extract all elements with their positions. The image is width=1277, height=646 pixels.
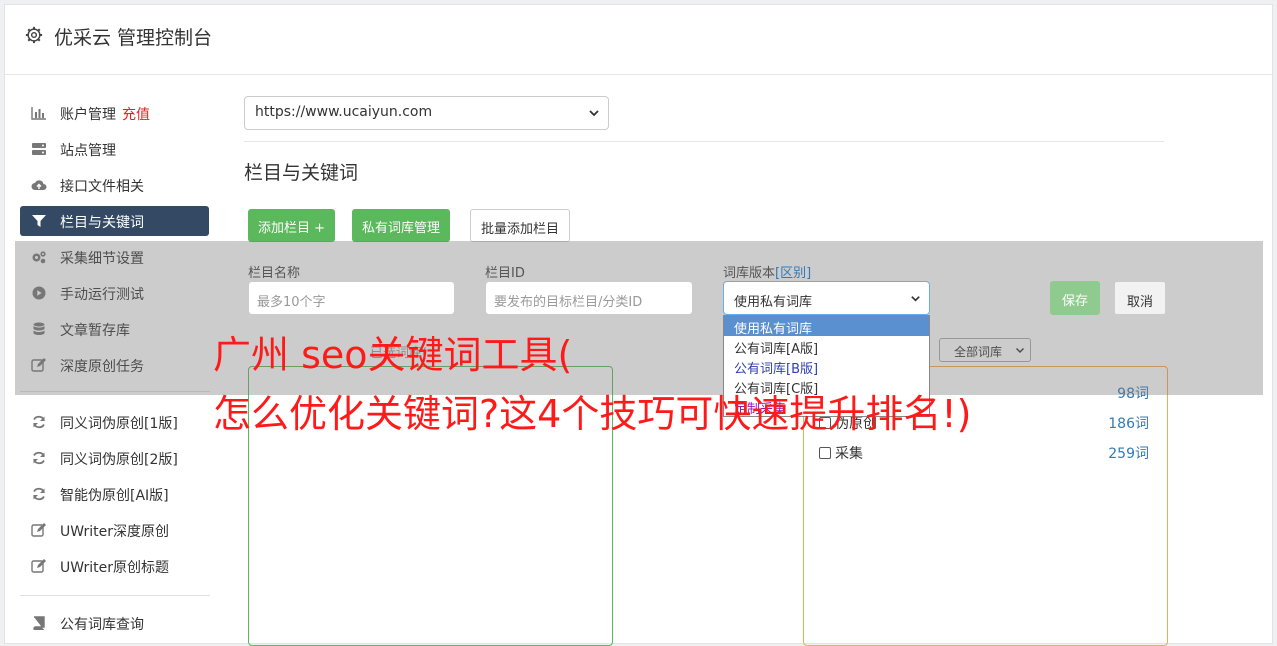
section-title: 栏目与关键词 bbox=[244, 162, 359, 184]
cloud-upload-icon bbox=[31, 180, 47, 190]
sidebar-item-label: 同义词伪原创[1版] bbox=[60, 416, 178, 432]
divider bbox=[244, 141, 1164, 142]
refresh-icon bbox=[33, 451, 45, 465]
server-icon bbox=[32, 143, 46, 155]
sidebar-item-sites[interactable]: 站点管理 bbox=[20, 134, 209, 164]
sidebar-item-label: 账户管理 bbox=[60, 107, 116, 123]
watermark-line-2: 怎么优化关键词?这4个技巧可快速提升排名!) bbox=[213, 392, 972, 436]
lib-version-label: 词库版本[区别] bbox=[723, 266, 812, 281]
category-checkbox[interactable] bbox=[819, 447, 831, 459]
sidebar-item-label: 站点管理 bbox=[60, 143, 116, 159]
sidebar-item-label: UWriter原创标题 bbox=[60, 560, 169, 576]
sidebar-item-ai-original[interactable]: 智能伪原创[AI版] bbox=[20, 479, 209, 509]
cancel-button[interactable]: 取消 bbox=[1114, 281, 1167, 315]
add-column-button[interactable]: 添加栏目 + bbox=[248, 209, 336, 242]
edit-icon bbox=[31, 523, 46, 537]
category-count: 259词 bbox=[1108, 446, 1149, 462]
sidebar-item-label: 接口文件相关 bbox=[60, 179, 144, 195]
sidebar-item-synonym-v2[interactable]: 同义词伪原创[2版] bbox=[20, 443, 209, 473]
lib-diff-link[interactable]: [区别] bbox=[775, 266, 811, 281]
sidebar-item-label: 公有词库查询 bbox=[60, 617, 144, 633]
sidebar-item-label: UWriter深度原创 bbox=[60, 524, 169, 540]
refresh-icon bbox=[33, 487, 45, 501]
sidebar-divider bbox=[20, 595, 210, 596]
private-lib-button[interactable]: 私有词库管理 bbox=[352, 209, 451, 242]
sidebar-item-account[interactable]: 账户管理 充值 bbox=[20, 98, 209, 128]
save-button[interactable]: 保存 bbox=[1050, 281, 1101, 315]
sidebar-item-uwriter-title[interactable]: UWriter原创标题 bbox=[20, 551, 209, 581]
filter-icon bbox=[32, 215, 46, 227]
site-select[interactable]: https://www.ucaiyun.com bbox=[244, 96, 609, 130]
book-icon bbox=[33, 616, 45, 630]
app-title: 优采云 管理控制台 bbox=[54, 27, 213, 49]
batch-add-button[interactable]: 批量添加栏目 bbox=[470, 209, 571, 242]
lib-option[interactable]: 公有词库[A版] bbox=[724, 336, 929, 357]
sidebar-item-public-lib-query[interactable]: 公有词库查询 bbox=[20, 608, 209, 638]
bar-chart-icon bbox=[31, 107, 46, 120]
sidebar-item-label: 智能伪原创[AI版] bbox=[60, 488, 169, 504]
category-row[interactable]: 采集 bbox=[819, 443, 863, 463]
sidebar-item-interface-files[interactable]: 接口文件相关 bbox=[20, 170, 209, 200]
title-bar: 优采云 管理控制台 bbox=[5, 5, 1272, 75]
refresh-icon bbox=[33, 415, 45, 429]
site-select-value: https://www.ucaiyun.com bbox=[255, 104, 433, 120]
sidebar-item-uwriter-deep[interactable]: UWriter深度原创 bbox=[20, 515, 209, 545]
column-id-label: 栏目ID bbox=[485, 266, 525, 281]
column-id-input[interactable]: 要发布的目标栏目/分类ID bbox=[485, 281, 693, 315]
edit-icon bbox=[31, 559, 46, 573]
sidebar-item-synonym-v1[interactable]: 同义词伪原创[1版] bbox=[20, 407, 209, 437]
modal-overlay bbox=[15, 241, 1263, 395]
chevron-down-icon bbox=[589, 110, 599, 117]
sidebar-item-label: 同义词伪原创[2版] bbox=[60, 452, 178, 468]
lib-version-select[interactable]: 使用私有词库 bbox=[723, 281, 930, 315]
watermark-line-1: 广州 seo关键词工具( bbox=[213, 333, 573, 377]
sidebar-item-columns-keywords[interactable]: 栏目与关键词 bbox=[20, 206, 209, 236]
gear-icon bbox=[25, 26, 43, 44]
sidebar-item-label: 栏目与关键词 bbox=[60, 215, 144, 231]
column-name-input[interactable]: 最多10个字 bbox=[248, 281, 455, 315]
column-name-label: 栏目名称 bbox=[248, 266, 301, 281]
lib-option[interactable]: 使用私有词库 bbox=[724, 316, 929, 337]
category-count: 186词 bbox=[1108, 416, 1149, 432]
chevron-down-icon bbox=[911, 296, 920, 302]
lib-option[interactable]: 公有词库[B版] bbox=[724, 356, 929, 377]
recharge-link[interactable]: 充值 bbox=[122, 107, 150, 123]
